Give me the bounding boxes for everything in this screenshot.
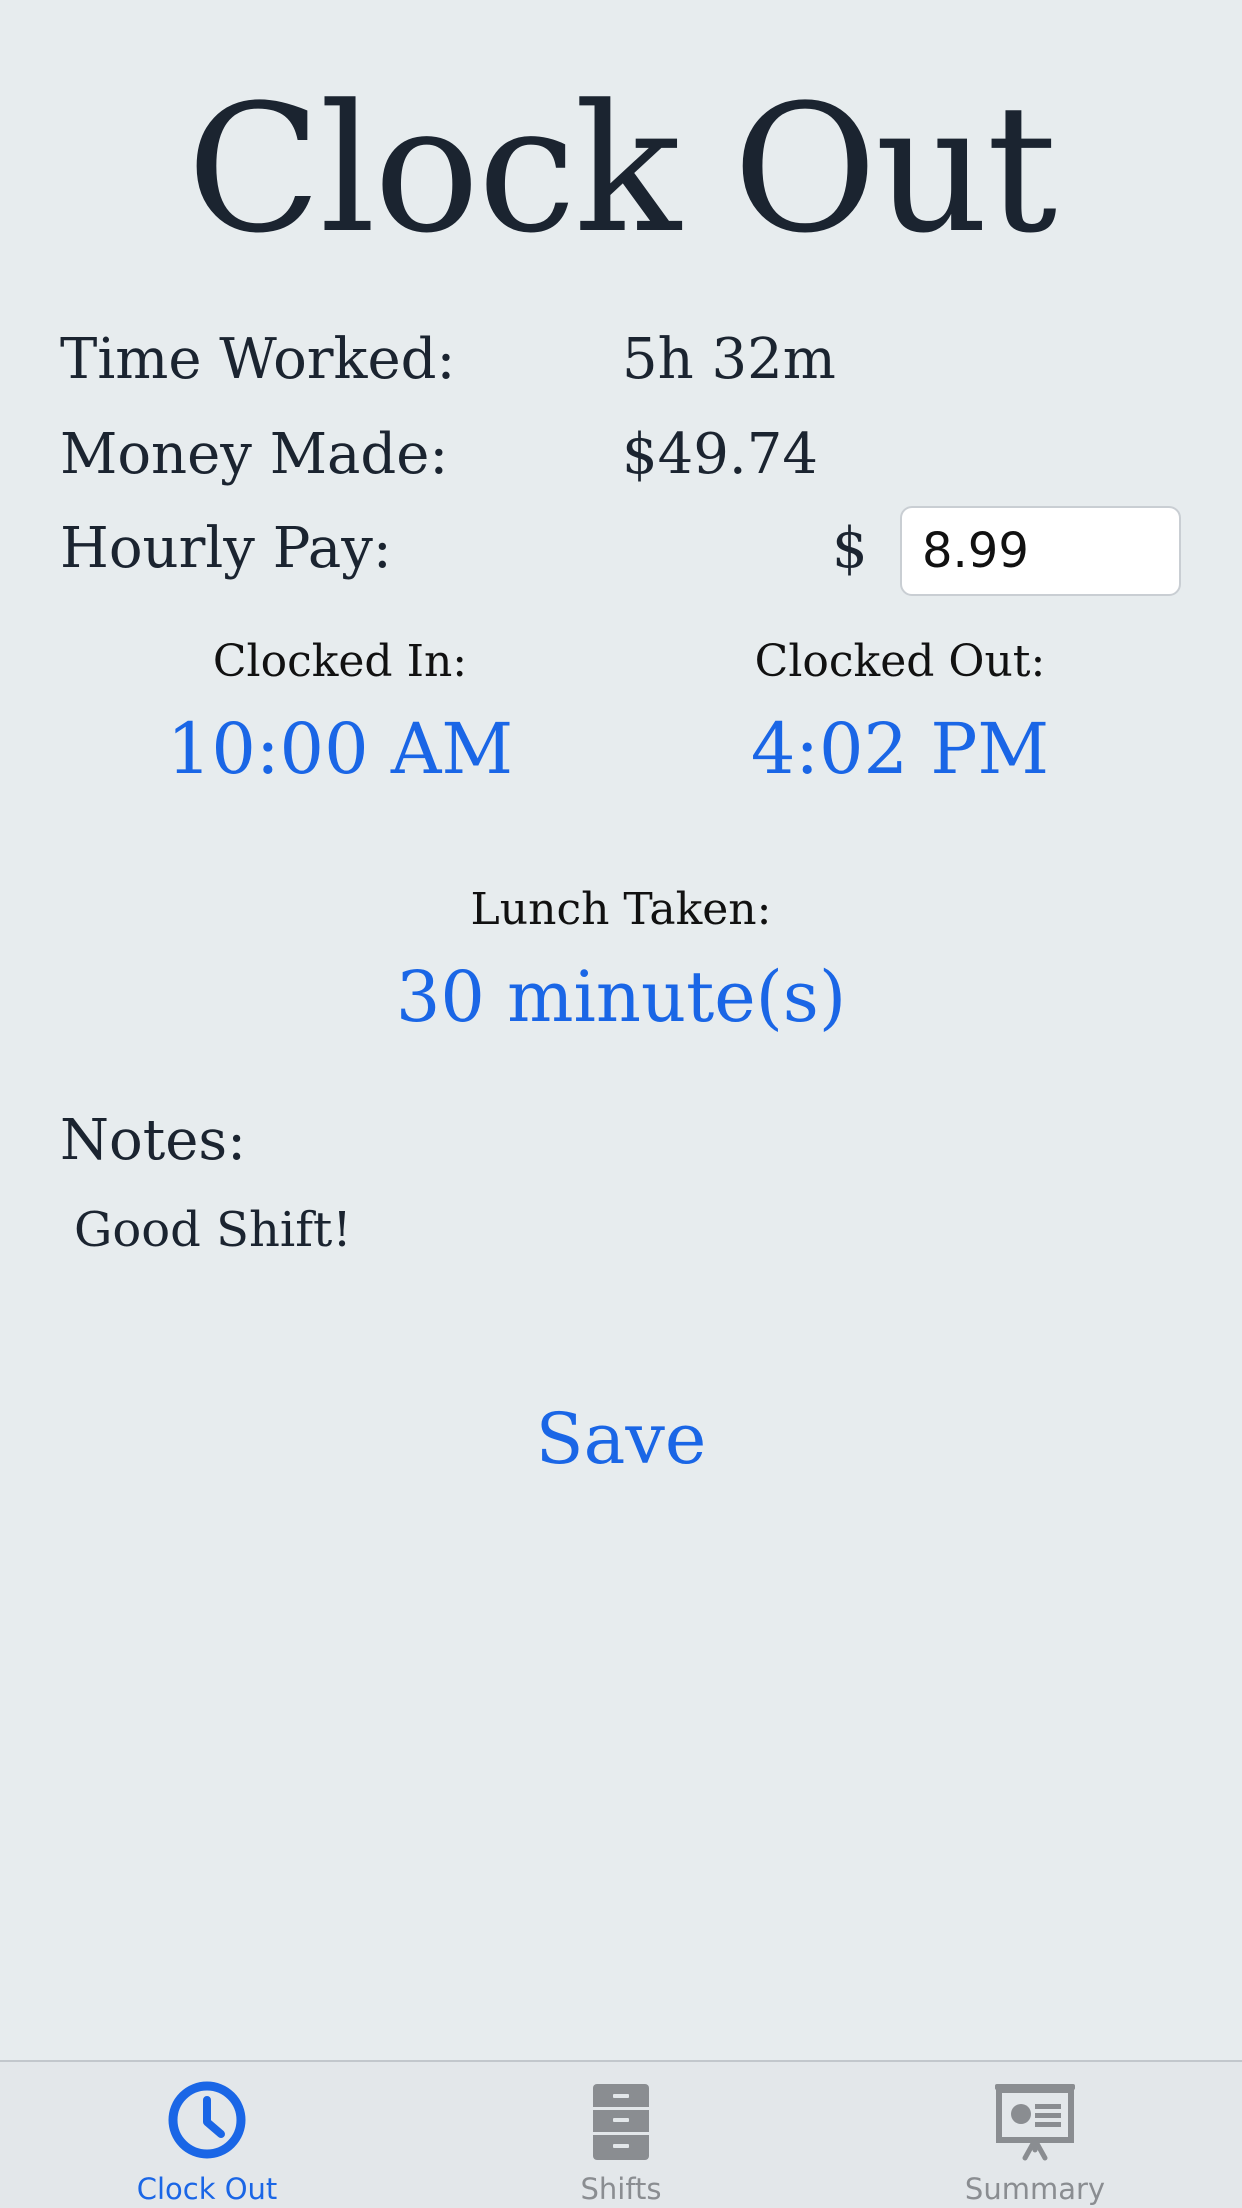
tab-summary[interactable]: Summary bbox=[828, 2062, 1242, 2208]
presentation-icon bbox=[993, 2078, 1077, 2162]
tab-clock-out-label: Clock Out bbox=[136, 2172, 278, 2206]
notes-field[interactable]: Good Shift! bbox=[74, 1200, 352, 1260]
save-button[interactable]: Save bbox=[0, 1394, 1242, 1484]
tab-summary-label: Summary bbox=[964, 2172, 1106, 2206]
tab-clock-out[interactable]: Clock Out bbox=[0, 2062, 414, 2208]
tab-shifts-label: Shifts bbox=[580, 2172, 662, 2206]
clocked-out-time-button[interactable]: 4:02 PM bbox=[700, 706, 1100, 792]
notes-label: Notes: bbox=[60, 1108, 246, 1173]
money-made-label: Money Made: bbox=[60, 422, 449, 487]
tab-shifts[interactable]: Shifts bbox=[414, 2062, 828, 2208]
clocked-in-time-button[interactable]: 10:00 AM bbox=[140, 706, 540, 792]
cabinet-icon bbox=[579, 2078, 663, 2162]
lunch-taken-label: Lunch Taken: bbox=[470, 884, 772, 935]
tab-bar: Clock Out Shifts Summary bbox=[0, 2060, 1242, 2208]
currency-symbol: $ bbox=[832, 516, 868, 581]
money-made-value: $49.74 bbox=[622, 422, 818, 487]
hourly-pay-input[interactable] bbox=[900, 506, 1181, 596]
lunch-duration-button[interactable]: 30 minute(s) bbox=[0, 954, 1242, 1040]
clocked-in-label: Clocked In: bbox=[212, 636, 468, 687]
time-worked-value: 5h 32m bbox=[622, 327, 836, 392]
clock-icon bbox=[165, 2078, 249, 2162]
time-worked-label: Time Worked: bbox=[60, 327, 456, 392]
clocked-out-label: Clocked Out: bbox=[754, 636, 1046, 687]
page-title: Clock Out bbox=[186, 67, 1057, 272]
hourly-pay-label: Hourly Pay: bbox=[60, 516, 392, 581]
